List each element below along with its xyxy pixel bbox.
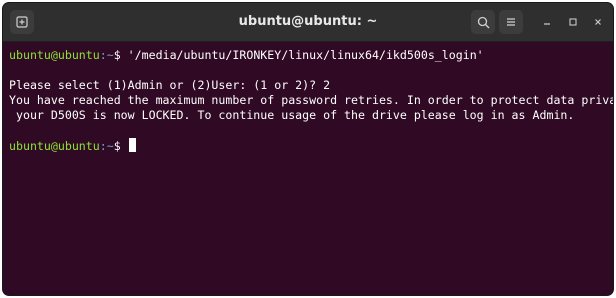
output-line: your D500S is now LOCKED. To continue us… — [9, 108, 575, 122]
prompt-symbol: $ — [113, 48, 121, 62]
terminal-output[interactable]: ubuntu@ubuntu:~$ '/media/ubuntu/IRONKEY/… — [3, 42, 613, 295]
maximize-icon — [569, 18, 577, 26]
output-line: Please select (1)Admin or (2)User: (1 or… — [9, 78, 331, 92]
hamburger-menu-icon — [507, 18, 515, 26]
prompt-path: :~ — [99, 48, 114, 62]
title-bar: ubuntu@ubuntu: ~ — [3, 3, 613, 42]
close-icon — [595, 19, 601, 25]
command-line: ubuntu@ubuntu:~$ '/media/ubuntu/IRONKEY/… — [9, 48, 613, 63]
prompt-user: ubuntu@ubuntu — [9, 48, 100, 62]
prompt-user: ubuntu@ubuntu — [9, 139, 100, 153]
terminal-window: ubuntu@ubuntu: ~ ubuntu@ubuntu:~$ '/medi… — [3, 3, 613, 295]
minimize-icon — [544, 23, 550, 25]
maximize-button[interactable] — [561, 10, 585, 34]
search-button[interactable] — [471, 10, 495, 34]
prompt-path: :~ — [99, 139, 114, 153]
output-line: You have reached the maximum number of p… — [9, 93, 613, 107]
menu-button[interactable] — [499, 10, 523, 34]
active-prompt-line: ubuntu@ubuntu:~$ — [9, 138, 613, 153]
close-button[interactable] — [586, 10, 610, 34]
text-cursor — [128, 138, 136, 152]
minimize-button[interactable] — [535, 10, 559, 34]
prompt-symbol: $ — [113, 139, 121, 153]
search-icon — [477, 16, 489, 28]
command-text: '/media/ubuntu/IRONKEY/linux/linux64/ikd… — [120, 48, 484, 62]
